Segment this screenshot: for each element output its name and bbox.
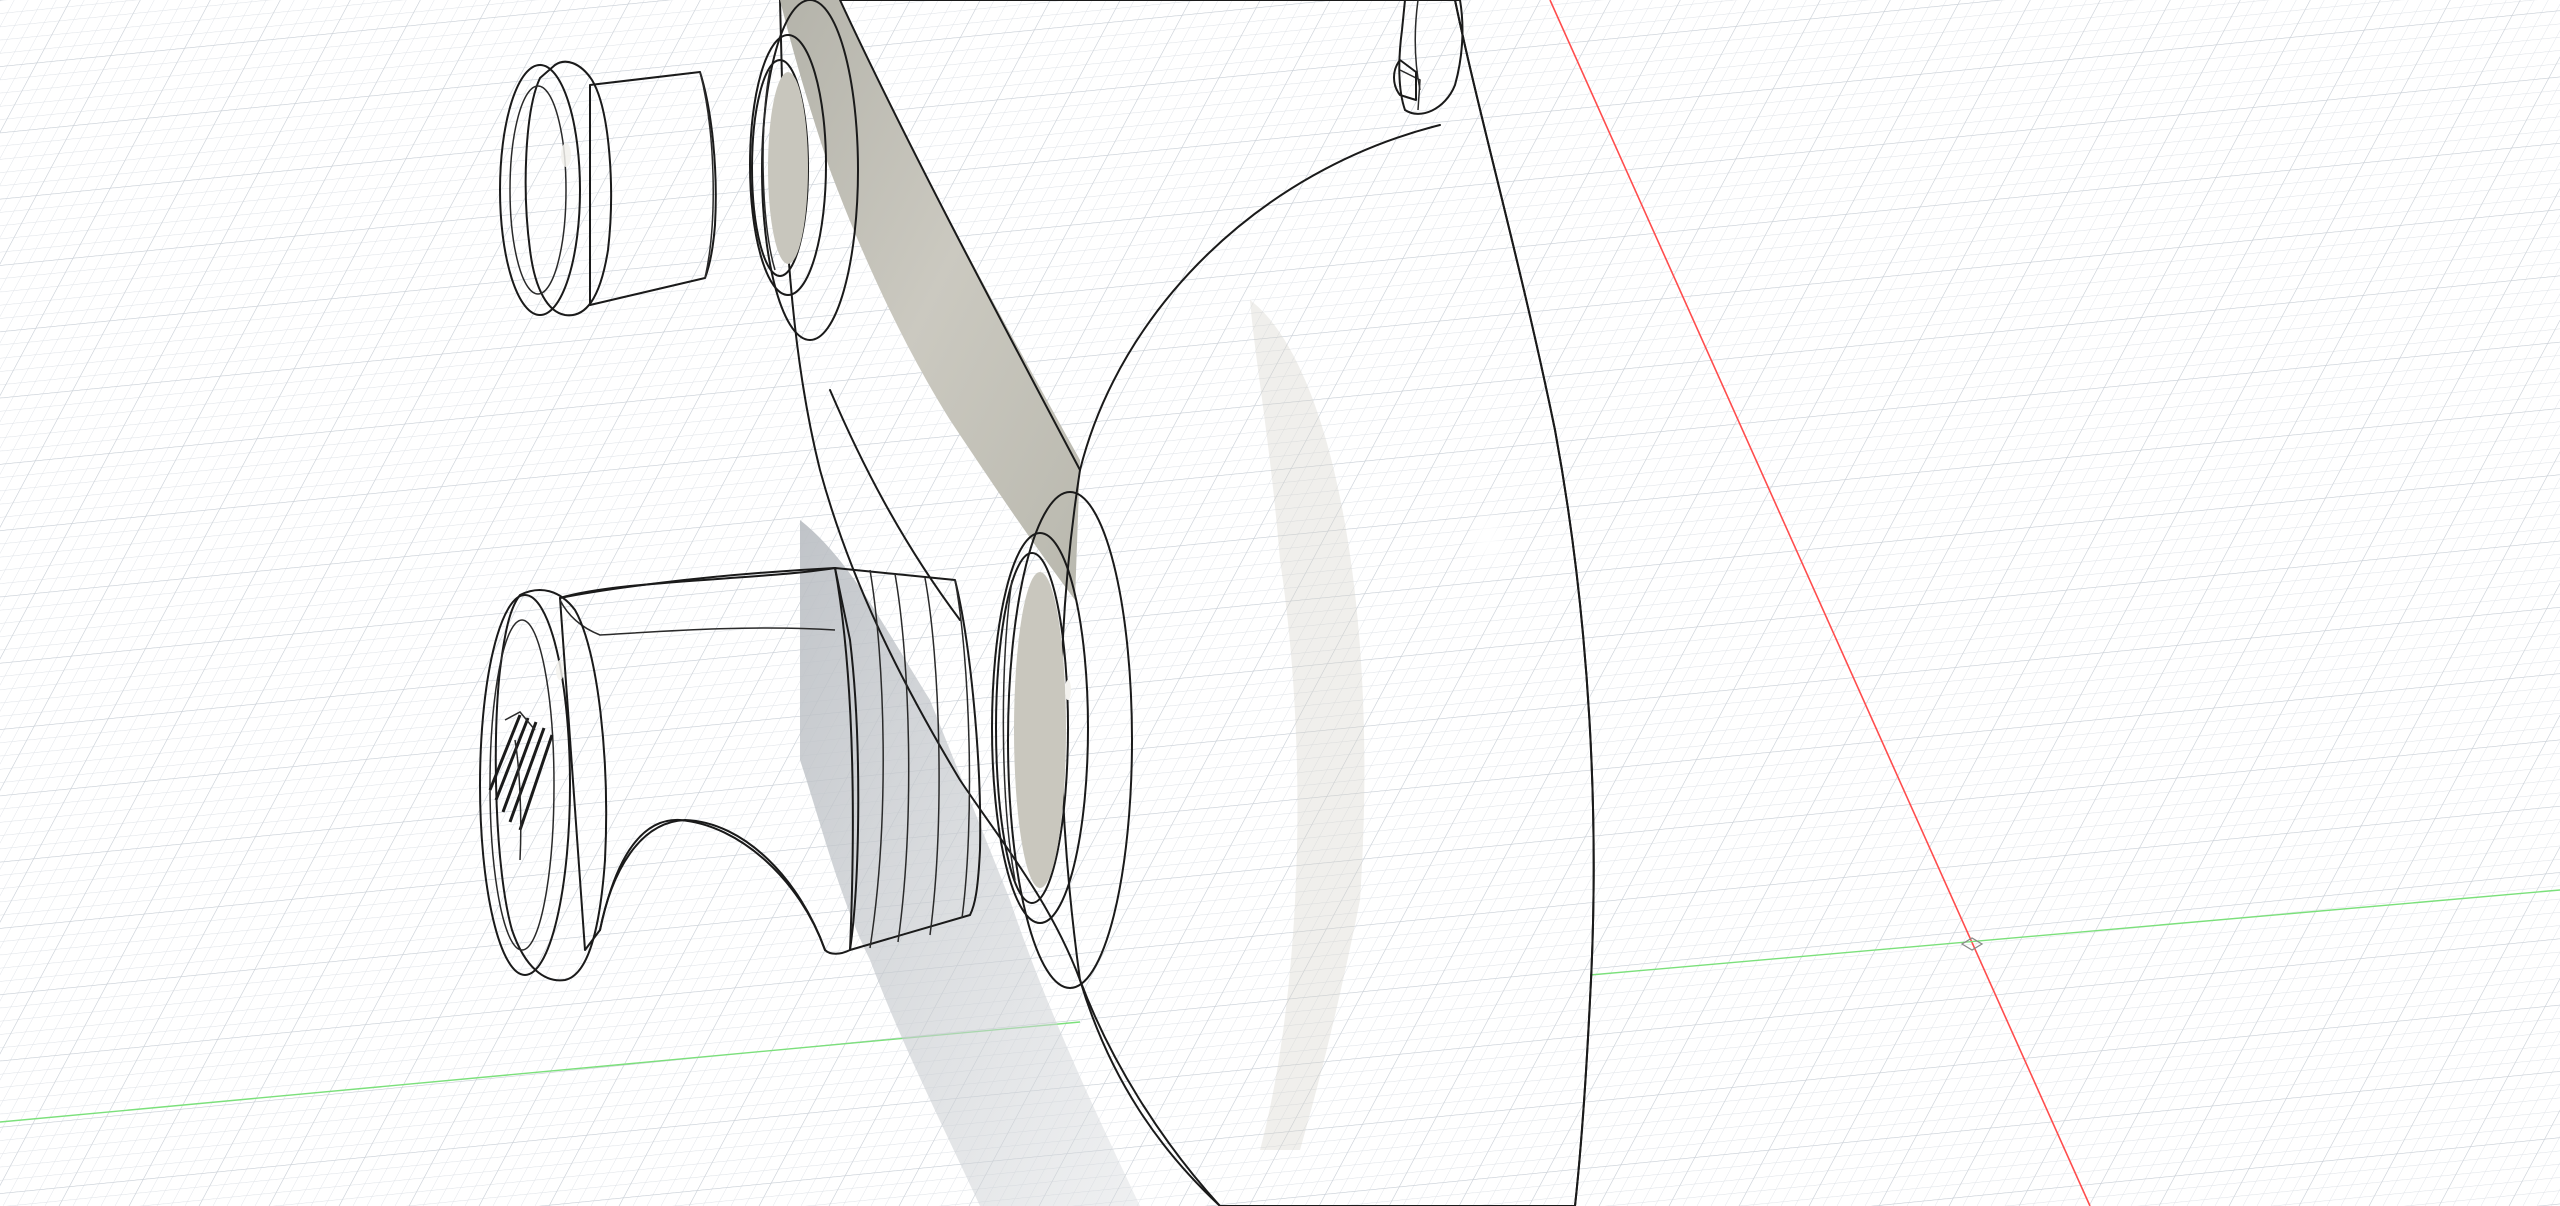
specular-highlight: [1466, 508, 1510, 568]
3d-viewport-canvas[interactable]: [0, 0, 2560, 1206]
ground-grid: [0, 0, 2560, 1206]
cad-scene[interactable]: [0, 0, 2560, 1206]
